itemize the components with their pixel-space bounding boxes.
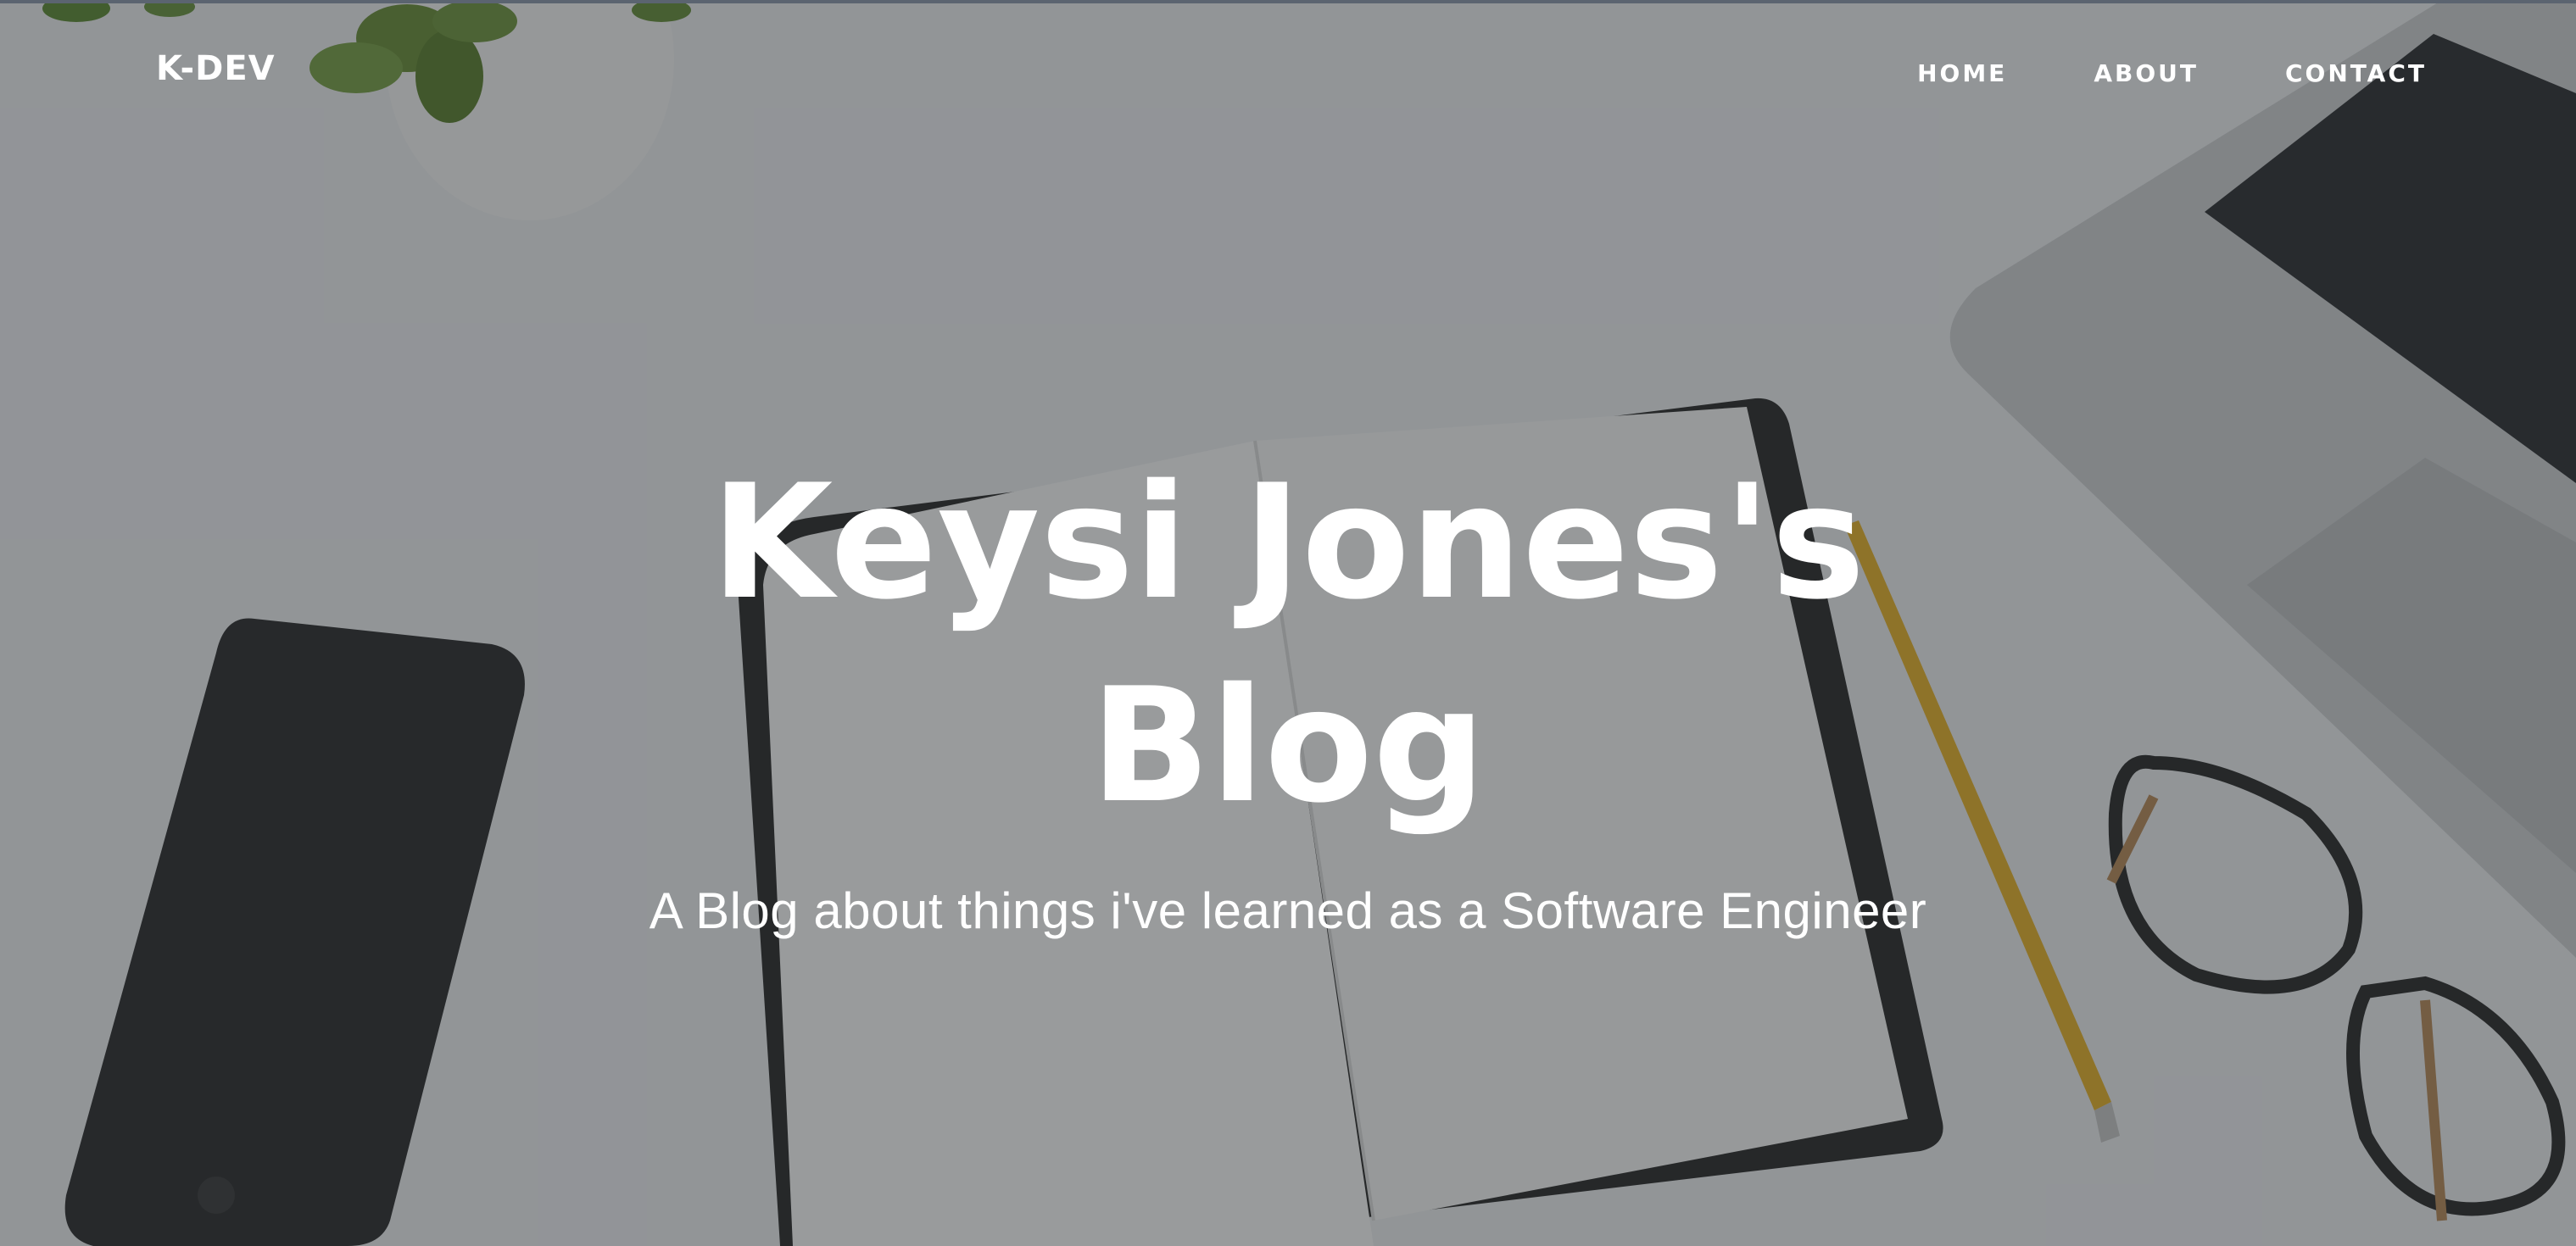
brand-logo-link[interactable]: K-DEV — [156, 49, 276, 88]
nav-link-home[interactable]: HOME — [1917, 59, 2007, 87]
page-subtitle: A Blog about things i've learned as a So… — [649, 882, 1927, 939]
hero-section: K-DEV HOME ABOUT CONTACT Keysi Jones's B… — [0, 0, 2576, 1246]
page-title-line-1: Keysi Jones's — [711, 450, 1865, 634]
nav-link-about[interactable]: ABOUT — [2094, 59, 2199, 87]
page-title: Keysi Jones's Blog — [525, 441, 2051, 848]
nav-links: HOME ABOUT CONTACT — [1917, 59, 2427, 87]
page-title-line-2: Blog — [1090, 654, 1486, 837]
site-heading: Keysi Jones's Blog A Blog about things i… — [525, 441, 2051, 940]
nav-link-contact[interactable]: CONTACT — [2285, 59, 2427, 87]
navbar: K-DEV HOME ABOUT CONTACT — [0, 0, 2576, 146]
